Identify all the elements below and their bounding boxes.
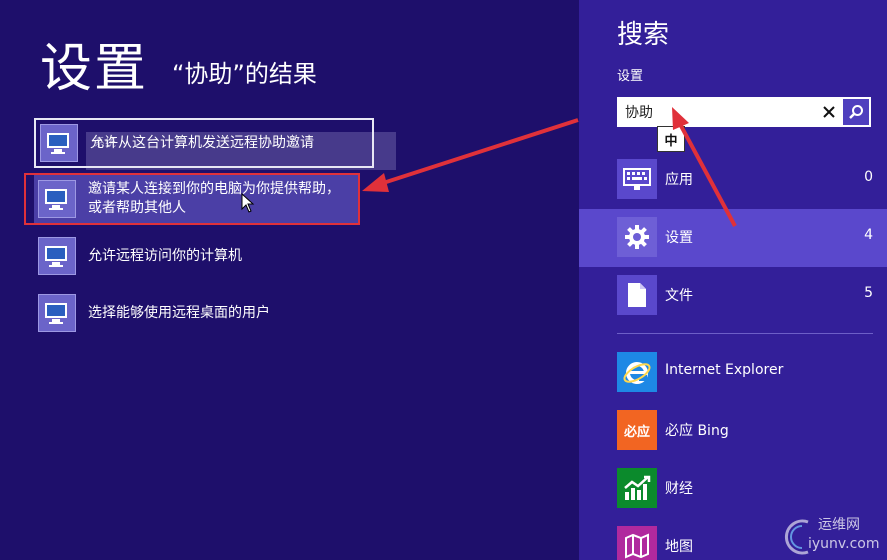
- annotation-highlight-box: [24, 173, 360, 225]
- category-apps[interactable]: 应用 0: [579, 151, 887, 209]
- category-count: 5: [864, 285, 873, 301]
- search-pane-title: 搜索: [617, 20, 670, 50]
- section-divider: [617, 333, 873, 334]
- internet-explorer-icon: [617, 352, 657, 392]
- ime-indicator: 中: [657, 126, 685, 152]
- search-box: [617, 97, 871, 127]
- result-label: 允许从这台计算机发送远程协助邀请: [90, 134, 314, 151]
- mouse-cursor-icon: [241, 193, 255, 213]
- results-title: “协助”的结果: [172, 60, 317, 88]
- app-label: 必应 Bing: [665, 423, 729, 439]
- app-internet-explorer[interactable]: Internet Explorer: [579, 352, 887, 410]
- category-label: 文件: [665, 288, 693, 304]
- page-title: 设置: [40, 39, 149, 99]
- gear-icon: [617, 217, 657, 257]
- search-icon: [849, 105, 863, 119]
- remote-assistance-icon: [40, 124, 78, 162]
- search-button[interactable]: [843, 99, 869, 125]
- maps-icon: [617, 526, 657, 560]
- finance-icon: [617, 468, 657, 508]
- app-label: 地图: [665, 539, 693, 555]
- app-bing[interactable]: 必应 必应 Bing: [579, 410, 887, 468]
- clear-search-button[interactable]: [815, 97, 843, 127]
- result-label: 允许远程访问你的计算机: [88, 247, 242, 264]
- result-item-remote-desktop-users[interactable]: 选择能够使用远程桌面的用户: [34, 290, 374, 336]
- category-label: 设置: [665, 230, 693, 246]
- app-label: 财经: [665, 481, 693, 497]
- search-input[interactable]: [617, 97, 815, 127]
- result-item-allow-remote-access[interactable]: 允许远程访问你的计算机: [34, 233, 374, 279]
- category-label: 应用: [665, 172, 693, 188]
- app-label: Internet Explorer: [665, 362, 784, 378]
- keyboard-icon: [617, 159, 657, 199]
- search-pane: 搜索 设置 中 应用 0 设置 4 文件 5 In: [579, 0, 887, 560]
- remote-assistance-icon: [38, 294, 76, 332]
- watermark-text: 运维网: [818, 517, 860, 533]
- category-count: 4: [864, 227, 873, 243]
- result-label: 选择能够使用远程桌面的用户: [88, 304, 270, 321]
- file-icon: [617, 275, 657, 315]
- result-item-send-invitation[interactable]: 允许从这台计算机发送远程协助邀请: [34, 118, 374, 168]
- search-scope-label: 设置: [617, 69, 644, 84]
- bing-icon: 必应: [617, 410, 657, 450]
- close-icon: [823, 106, 835, 118]
- remote-assistance-icon: [38, 237, 76, 275]
- category-settings[interactable]: 设置 4: [579, 209, 887, 267]
- category-files[interactable]: 文件 5: [579, 267, 887, 325]
- results-area: 设置 “协助”的结果 系统 允许从这台计算机发送远程协助邀请 邀请某人连接到你的…: [0, 0, 579, 560]
- watermark-url: iyunv.com: [808, 536, 880, 552]
- category-count: 0: [864, 169, 873, 185]
